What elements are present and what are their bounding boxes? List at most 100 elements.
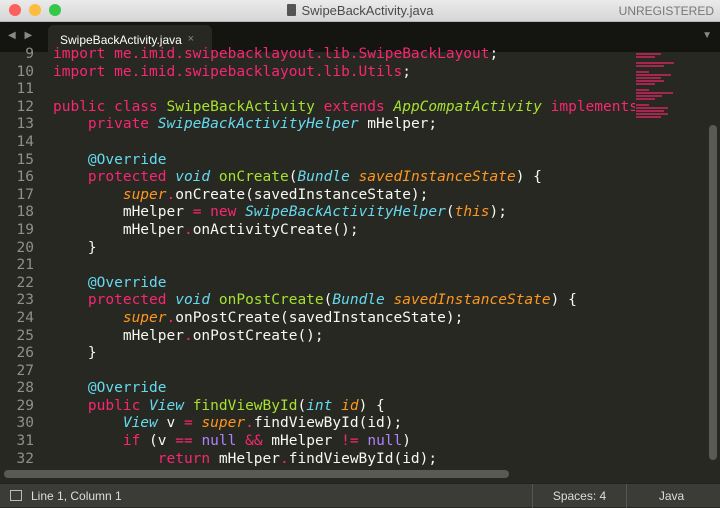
- minimap-line: [636, 98, 655, 100]
- line-number: 18: [16, 204, 34, 221]
- code-token: @Override: [53, 151, 167, 168]
- line-number: 25: [16, 327, 34, 344]
- code-token: onPostCreate(savedInstanceState);: [175, 309, 464, 326]
- code-line: 12 public class SwipeBackActivity extends…: [0, 99, 635, 117]
- code-line: 29 public View findViewById(int id) {: [0, 398, 635, 416]
- line-number: 27: [16, 362, 34, 379]
- code-token: this: [454, 204, 490, 221]
- syntax-selector[interactable]: Java: [626, 484, 716, 508]
- code-token: mHelper: [271, 433, 342, 450]
- code-token: public class: [53, 98, 167, 115]
- minimap-line: [636, 80, 665, 82]
- minimap[interactable]: [636, 52, 706, 152]
- line-number: 11: [16, 81, 34, 98]
- line-number: 17: [16, 186, 34, 203]
- minimap-line: [636, 71, 649, 73]
- tab-close-icon[interactable]: ×: [188, 33, 194, 45]
- line-number: 26: [16, 345, 34, 362]
- code-editor[interactable]: 9 import me.imid.swipebacklayout.lib.Swip…: [0, 46, 635, 466]
- code-token: ) {: [515, 169, 542, 186]
- code-line: 23 protected void onPostCreate(Bundle sa…: [0, 292, 635, 310]
- code-token: }: [53, 345, 97, 362]
- code-line: 21: [0, 257, 635, 275]
- code-token: super: [122, 309, 167, 326]
- window-title-text: SwipeBackActivity.java: [301, 3, 434, 18]
- code-line: 16 protected void onCreate(Bundle savedI…: [0, 169, 635, 187]
- minimap-line: [636, 110, 665, 112]
- minimap-line: [636, 89, 649, 91]
- code-token: @Override: [53, 274, 167, 291]
- code-token: .: [183, 221, 193, 238]
- code-token: onCreate: [218, 169, 289, 186]
- minimap-line: [636, 92, 673, 94]
- status-bar: Line 1, Column 1 Spaces: 4 Java: [0, 483, 720, 508]
- code-line: 30 View v = super.findViewById(id);: [0, 415, 635, 433]
- code-token: onActivityCreate();: [192, 221, 359, 238]
- code-token: ): [402, 433, 411, 450]
- code-line: 10 import me.imid.swipebacklayout.lib.Uti…: [0, 64, 635, 82]
- code-line: 31 if (v == null && mHelper != null): [0, 433, 635, 451]
- line-number: 10: [16, 63, 34, 80]
- code-token: .: [245, 415, 254, 432]
- code-token: implements: [550, 98, 635, 115]
- line-number: 29: [16, 397, 34, 414]
- line-number: 13: [16, 116, 34, 133]
- code-token: mHelper;: [358, 116, 438, 133]
- line-number: 9: [25, 46, 34, 62]
- indentation-selector[interactable]: Spaces: 4: [532, 484, 626, 508]
- code-token: AppCompatActivity: [393, 98, 551, 115]
- code-token: (: [445, 204, 455, 221]
- minimap-line: [636, 56, 655, 58]
- tab-menu-dropdown-icon[interactable]: ▼: [702, 30, 712, 41]
- code-token: SwipeBackActivityHelper: [245, 204, 446, 221]
- code-line: 27: [0, 363, 635, 381]
- code-token: onCreate(savedInstanceState);: [175, 186, 429, 203]
- line-number: 22: [16, 274, 34, 291]
- code-line: 18 mHelper = new SwipeBackActivityHelper…: [0, 204, 635, 222]
- horizontal-scrollbar[interactable]: [4, 470, 509, 478]
- vertical-scrollbar[interactable]: [709, 125, 717, 460]
- line-number: 15: [16, 151, 34, 168]
- minimap-line: [636, 65, 665, 67]
- code-line: 26 }: [0, 345, 635, 363]
- code-token: findViewById(id);: [288, 450, 438, 466]
- line-number: 21: [16, 257, 34, 274]
- line-number: 23: [16, 292, 34, 309]
- minimap-line: [636, 107, 668, 109]
- line-number: 30: [16, 415, 34, 432]
- code-token: );: [489, 204, 507, 221]
- code-token: ;: [489, 46, 499, 62]
- tab-label: SwipeBackActivity.java: [60, 33, 182, 47]
- code-token: .: [166, 309, 176, 326]
- window-title: SwipeBackActivity.java: [0, 3, 720, 18]
- code-line: 22 @Override: [0, 275, 635, 293]
- code-line: 17 super.onCreate(savedInstanceState);: [0, 187, 635, 205]
- code-token: =: [183, 415, 202, 432]
- panel-toggle-icon[interactable]: [10, 490, 22, 501]
- code-token: View: [149, 397, 193, 414]
- code-token: v: [157, 415, 184, 432]
- code-token: import me.imid.swipebacklayout.lib.Utils: [53, 63, 403, 80]
- minimap-line: [636, 62, 674, 64]
- minimap-line: [636, 77, 662, 79]
- tab-nav-arrows-icon[interactable]: ◀ ▶: [8, 30, 35, 41]
- code-token: View: [122, 415, 158, 432]
- code-token: import me.imid.swipebacklayout.lib.Swipe…: [53, 46, 490, 62]
- title-bar: SwipeBackActivity.java UNREGISTERED: [0, 0, 720, 22]
- code-token: super: [122, 186, 167, 203]
- line-number: 31: [16, 433, 34, 450]
- code-token: &&: [245, 433, 272, 450]
- line-number: 20: [16, 239, 34, 256]
- code-token: = new: [192, 204, 246, 221]
- line-number: 19: [16, 221, 34, 238]
- code-line: 25 mHelper.onPostCreate();: [0, 328, 635, 346]
- code-line: 15 @Override: [0, 152, 635, 170]
- code-token: }: [53, 239, 97, 256]
- code-token: return: [53, 450, 219, 466]
- line-number: 28: [16, 380, 34, 397]
- code-line: 32 return mHelper.findViewById(id);: [0, 451, 635, 466]
- code-token: ;: [402, 63, 411, 80]
- code-token: mHelper: [53, 327, 184, 344]
